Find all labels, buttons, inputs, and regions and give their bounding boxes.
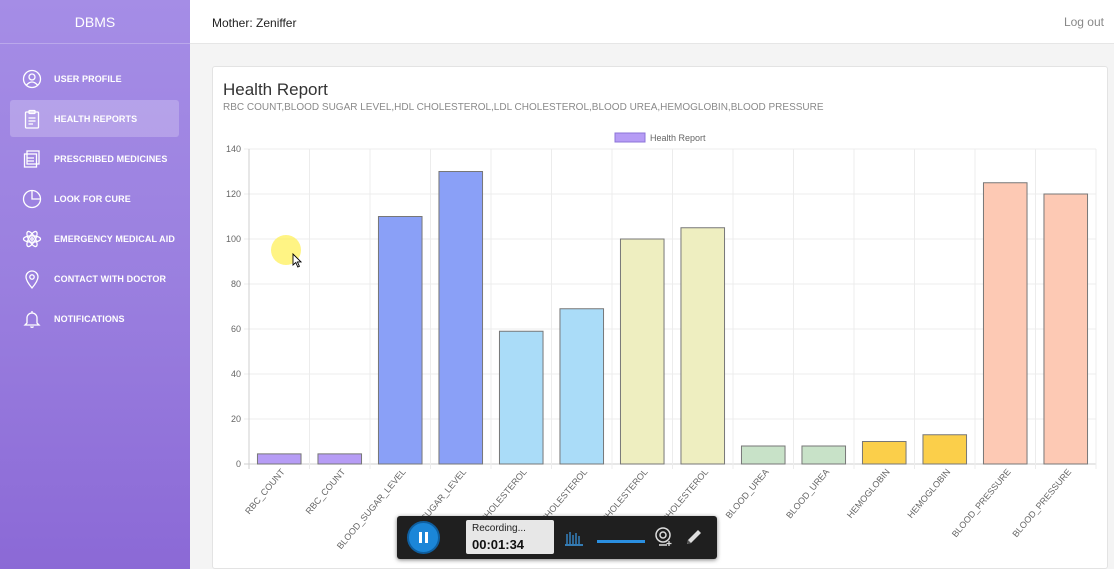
health-report-card: Health Report RBC COUNT,BLOOD SUGAR LEVE… xyxy=(212,66,1108,569)
chart-bar xyxy=(498,330,544,465)
pause-recording-button[interactable] xyxy=(407,521,440,554)
chart-bar xyxy=(680,227,726,465)
x-tick-label: BLOOD_PRESSURE xyxy=(1010,467,1073,539)
recording-status-panel: Recording... 00:01:34 xyxy=(466,520,554,554)
sidebar: DBMS USER PROFILE HEALTH REPORTS PRESCRI… xyxy=(0,0,190,569)
x-tick-label: RBC_COUNT xyxy=(243,466,287,516)
pen-icon[interactable] xyxy=(683,526,705,548)
logout-link[interactable]: Log out xyxy=(1064,15,1104,29)
sidebar-item-health-reports[interactable]: HEALTH REPORTS xyxy=(10,100,179,137)
chart-bar xyxy=(256,453,302,465)
y-tick-label: 80 xyxy=(231,279,241,289)
screen-recorder-toolbar: Recording... 00:01:34 xyxy=(397,516,717,559)
sidebar-item-prescribed-medicines[interactable]: PRESCRIBED MEDICINES xyxy=(10,140,179,177)
mouse-cursor-icon xyxy=(292,253,302,268)
x-tick-label: BLOOD_UREA xyxy=(724,467,771,521)
atom-icon xyxy=(22,229,42,249)
chart-bar xyxy=(559,308,605,465)
pie-chart-icon xyxy=(22,189,42,209)
y-tick-label: 20 xyxy=(231,414,241,424)
sidebar-item-notifications[interactable]: NOTIFICATIONS xyxy=(10,300,179,337)
user-icon xyxy=(22,69,42,89)
legend-label: Health Report xyxy=(650,133,706,143)
sidebar-item-label: HEALTH REPORTS xyxy=(54,113,138,124)
location-pin-icon xyxy=(22,269,42,289)
document-icon xyxy=(22,149,42,169)
sidebar-item-label: LOOK FOR CURE xyxy=(54,193,131,204)
x-tick-label: HEMOGLOBIN xyxy=(905,467,952,520)
sidebar-item-label: EMERGENCY MEDICAL AID xyxy=(54,233,175,244)
webcam-icon[interactable] xyxy=(653,526,675,548)
sidebar-item-label: CONTACT WITH DOCTOR xyxy=(54,273,167,284)
sidebar-item-contact-with-doctor[interactable]: CONTACT WITH DOCTOR xyxy=(10,260,179,297)
chart-bar xyxy=(922,434,968,465)
chart-bar xyxy=(377,216,423,465)
audio-level-icon xyxy=(565,532,583,546)
x-tick-label: BLOOD_UREA xyxy=(784,467,831,521)
sidebar-item-label: PRESCRIBED MEDICINES xyxy=(54,153,168,164)
current-user-label: Mother: Zeniffer xyxy=(212,16,297,30)
sidebar-item-label: USER PROFILE xyxy=(54,73,122,84)
bell-icon xyxy=(22,309,42,329)
y-tick-label: 100 xyxy=(226,234,241,244)
pause-icon xyxy=(419,532,422,543)
sidebar-item-user-profile[interactable]: USER PROFILE xyxy=(10,60,179,97)
sidebar-nav: USER PROFILE HEALTH REPORTS PRESCRIBED M… xyxy=(10,60,179,340)
chart-bar xyxy=(438,171,484,465)
recording-status: Recording... xyxy=(472,523,526,534)
pause-icon-bar xyxy=(425,532,428,543)
app-brand[interactable]: DBMS xyxy=(0,0,190,44)
recording-timer: 00:01:34 xyxy=(472,537,525,552)
volume-slider[interactable] xyxy=(597,540,645,543)
x-tick-label: HEMOGLOBIN xyxy=(845,467,892,520)
clipboard-icon xyxy=(22,109,42,129)
chart-bar xyxy=(1043,193,1089,465)
chart-bar xyxy=(740,445,786,465)
chart-bar xyxy=(982,182,1028,465)
chart-bar xyxy=(619,238,665,465)
chart-bar xyxy=(317,453,363,465)
legend-swatch xyxy=(614,132,646,143)
top-bar: Mother: Zeniffer Log out xyxy=(190,0,1114,44)
y-tick-label: 0 xyxy=(236,459,241,469)
sidebar-item-look-for-cure[interactable]: LOOK FOR CURE xyxy=(10,180,179,217)
chart-bar xyxy=(861,441,907,465)
x-tick-label: RBC_COUNT xyxy=(304,466,348,516)
y-tick-label: 40 xyxy=(231,369,241,379)
y-tick-label: 60 xyxy=(231,324,241,334)
x-tick-label: BLOOD_PRESSURE xyxy=(950,467,1013,539)
y-tick-label: 120 xyxy=(226,189,241,199)
chart-bar xyxy=(801,445,847,465)
health-report-chart: 0 20 40 60 80 100 120 140 RBC_COUNT RBC_COUNT BLOO… xyxy=(226,132,1097,551)
sidebar-item-emergency-medical-aid[interactable]: EMERGENCY MEDICAL AID xyxy=(10,220,179,257)
y-tick-label: 140 xyxy=(226,144,241,154)
sidebar-item-label: NOTIFICATIONS xyxy=(54,313,125,324)
